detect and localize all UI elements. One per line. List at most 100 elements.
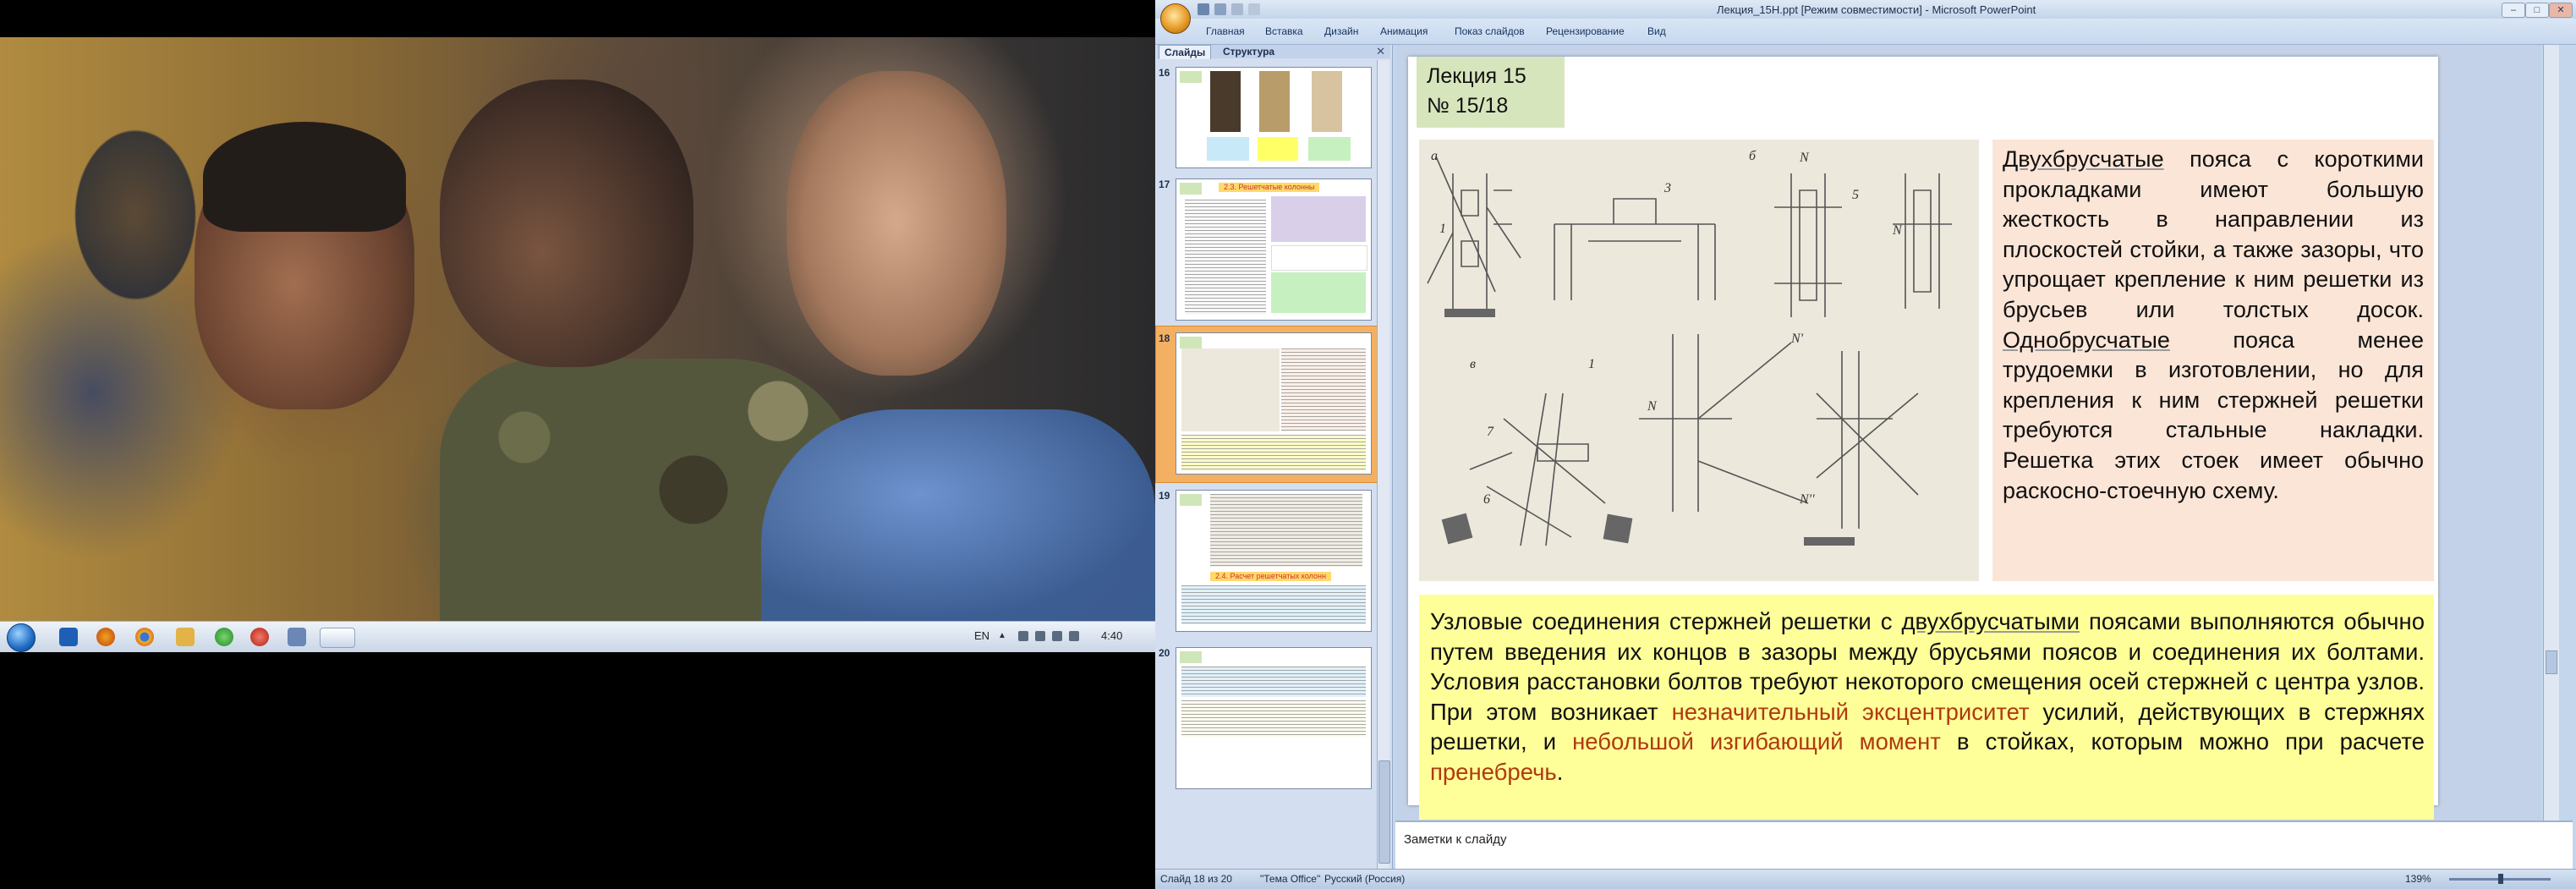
slide-thumbnail-17[interactable]: 17 2.3. Решетчатые колонны xyxy=(1155,175,1375,324)
thumbnail-number: 20 xyxy=(1159,647,1170,659)
firefox-icon[interactable] xyxy=(96,628,115,646)
tab-slides[interactable]: Слайды xyxy=(1159,45,1212,59)
lecture-number: № 15/18 xyxy=(1427,94,1509,118)
office-button[interactable] xyxy=(1160,3,1191,34)
tab-insert[interactable]: Вставка xyxy=(1265,25,1303,37)
diagram-label: в xyxy=(1470,357,1476,371)
diagram-label: б xyxy=(1749,149,1757,163)
diagram-label: 5 xyxy=(1852,188,1859,202)
nodes-text: Узловые соединения стержней решетки с дв… xyxy=(1430,608,2425,785)
diagram-label: N xyxy=(1799,151,1810,165)
thumbnail-preview xyxy=(1176,332,1372,475)
tab-animation[interactable]: Анимация xyxy=(1380,25,1428,37)
truss-node-drawing[interactable]: a б в 1 3 N N 5 1 7 N' N'' N 6 xyxy=(1419,140,1979,581)
diagram-label: 1 xyxy=(1439,222,1446,236)
minimize-button[interactable]: – xyxy=(2502,3,2525,18)
maximize-button[interactable]: □ xyxy=(2525,3,2549,18)
slide-thumbnail-20[interactable]: 20 xyxy=(1155,644,1375,793)
thumbnail-preview: 2.4. Расчет решетчатых колонн xyxy=(1176,490,1372,632)
tray-arrow-icon[interactable]: ▲ xyxy=(998,631,1008,641)
tab-slideshow[interactable]: Показ слайдов xyxy=(1455,25,1525,37)
thumbnail-scrollbar[interactable] xyxy=(1377,60,1390,869)
diagram-label: 6 xyxy=(1483,492,1490,507)
tab-outline[interactable]: Структура xyxy=(1218,45,1280,58)
language-indicator[interactable]: EN xyxy=(974,629,989,642)
zoom-slider-handle[interactable] xyxy=(2498,874,2503,884)
description-textbox[interactable]: Двухбрусчатые пояса с короткими прокладк… xyxy=(1992,140,2434,581)
tray-network-icon[interactable] xyxy=(1018,631,1028,641)
person-left xyxy=(51,113,220,621)
panel-tabs: Слайды Структура ✕ xyxy=(1157,45,1390,59)
lecture-label-box[interactable]: Лекция 15 № 15/18 xyxy=(1417,57,1565,128)
slides-panel: Слайды Структура ✕ 16 17 2.3. Решетчатые… xyxy=(1155,45,1393,869)
title-bar: Лекция_15Н.ppt [Режим совместимости] - M… xyxy=(1155,0,2576,19)
windows-taskbar: EN ▲ 4:40 xyxy=(0,621,1155,652)
thumbnail-number: 18 xyxy=(1159,332,1170,344)
file-explorer-icon[interactable] xyxy=(176,628,195,646)
thumbnail-preview xyxy=(1176,647,1372,789)
thumbnail-preview: 2.3. Решетчатые колонны xyxy=(1176,178,1372,321)
diagram-label: 7 xyxy=(1487,425,1494,439)
person-middle-head xyxy=(440,80,693,367)
person-front-hair xyxy=(203,122,406,232)
slide-counter: Слайд 18 из 20 xyxy=(1160,873,1232,885)
save-icon[interactable] xyxy=(1198,3,1209,15)
person-right-face xyxy=(787,71,1006,376)
tray-volume-icon[interactable] xyxy=(1069,631,1079,641)
undo-icon[interactable] xyxy=(1214,3,1226,15)
slide-scrollbar[interactable] xyxy=(2543,45,2559,820)
tab-home[interactable]: Главная xyxy=(1206,25,1245,37)
scrollbar-thumb[interactable] xyxy=(2546,650,2557,674)
diagram-label: N' xyxy=(1790,332,1804,346)
nodes-textbox[interactable]: Узловые соединения стержней решетки с дв… xyxy=(1419,595,2434,820)
slide-thumbnail-19[interactable]: 19 2.4. Расчет решетчатых колонн xyxy=(1155,486,1375,635)
thumbnail-heading: 2.3. Решетчатые колонны xyxy=(1219,183,1320,192)
close-button[interactable]: ✕ xyxy=(2549,3,2573,18)
engineering-diagram: a б в 1 3 N N 5 1 7 N' N'' N 6 xyxy=(1427,149,1952,546)
redo-icon[interactable] xyxy=(1231,3,1243,15)
thumbnail-number: 19 xyxy=(1159,490,1170,502)
powerpoint-window: Лекция_15Н.ppt [Режим совместимости] - M… xyxy=(1155,0,2576,889)
scrollbar-thumb[interactable] xyxy=(1378,760,1390,864)
chrome-icon[interactable] xyxy=(135,628,154,646)
slide-thumbnail-18[interactable]: 18 xyxy=(1155,326,1378,483)
red-app-icon[interactable] xyxy=(250,628,269,646)
notes-placeholder: Заметки к слайду xyxy=(1404,832,1507,847)
tab-view[interactable]: Вид xyxy=(1647,25,1666,37)
status-bar: Слайд 18 из 20 "Тема Office" Русский (Ро… xyxy=(1155,869,2576,889)
diagram-label: N xyxy=(1892,223,1903,238)
diagram-label: N xyxy=(1647,399,1658,414)
notes-pane[interactable]: Заметки к слайду xyxy=(1395,820,2573,870)
window-app-icon[interactable] xyxy=(288,628,306,646)
slide-editor: Лекция 15 № 15/18 a б в 1 3 N N 5 1 7 N'… xyxy=(1395,45,2540,820)
diagram-label: N'' xyxy=(1799,492,1815,507)
lecture-title: Лекция 15 xyxy=(1427,64,1526,88)
tray-monitor-icon[interactable] xyxy=(1035,631,1045,641)
thumbnail-number: 16 xyxy=(1159,67,1170,79)
language-status[interactable]: Русский (Россия) xyxy=(1324,873,1405,885)
tab-review[interactable]: Рецензирование xyxy=(1546,25,1625,37)
window-title: Лекция_15Н.ppt [Режим совместимости] - M… xyxy=(1717,3,2036,16)
zoom-level[interactable]: 139% xyxy=(2405,873,2431,885)
thumbnail-preview xyxy=(1176,67,1372,168)
theme-name[interactable]: "Тема Office" xyxy=(1260,873,1320,885)
clock[interactable]: 4:40 xyxy=(1101,629,1122,642)
slide-canvas[interactable]: Лекция 15 № 15/18 a б в 1 3 N N 5 1 7 N'… xyxy=(1408,57,2438,820)
start-button[interactable] xyxy=(7,623,36,652)
diagram-label: 3 xyxy=(1663,181,1671,195)
diagram-label: 1 xyxy=(1588,357,1595,371)
media-player-icon[interactable] xyxy=(59,628,78,646)
tray-flag-icon[interactable] xyxy=(1052,631,1062,641)
ribbon-tabs: Главная Вставка Дизайн Анимация Показ сл… xyxy=(1155,19,2576,45)
green-app-icon[interactable] xyxy=(215,628,233,646)
close-icon[interactable]: ✕ xyxy=(1376,45,1385,58)
thumbnail-heading: 2.4. Расчет решетчатых колонн xyxy=(1210,572,1331,581)
video-frame xyxy=(0,37,1155,621)
person-right-shirt xyxy=(761,409,1155,621)
thumbnail-number: 17 xyxy=(1159,178,1170,190)
diagram-label: a xyxy=(1431,149,1438,163)
customize-qat-icon[interactable] xyxy=(1248,3,1260,15)
tab-design[interactable]: Дизайн xyxy=(1324,25,1358,37)
description-text: Двухбрусчатые пояса с короткими прокладк… xyxy=(2003,146,2424,503)
active-app-icon[interactable] xyxy=(320,628,355,648)
